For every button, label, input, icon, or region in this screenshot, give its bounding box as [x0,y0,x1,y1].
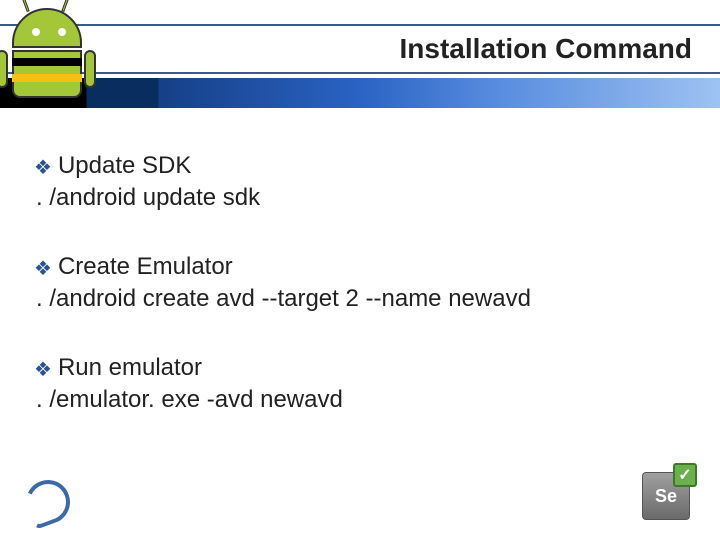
command-text: . /android create avd --target 2 --name … [34,283,686,315]
heading-text: Run emulator [58,352,202,384]
selenium-badge-text: Se [655,486,677,507]
bullet-heading: ❖ Run emulator [34,352,686,384]
android-robot-icon [0,0,104,106]
bullet-diamond-icon: ❖ [34,360,52,380]
section-update-sdk: ❖ Update SDK . /android update sdk [34,150,686,215]
bullet-heading: ❖ Update SDK [34,150,686,182]
slide-content: ❖ Update SDK . /android update sdk ❖ Cre… [0,108,720,416]
title-bar: Installation Command [0,24,720,74]
command-text: . /android update sdk [34,182,686,214]
bullet-diamond-icon: ❖ [34,259,52,279]
bullet-diamond-icon: ❖ [34,158,52,178]
section-run-emulator: ❖ Run emulator . /emulator. exe -avd new… [34,352,686,417]
header-stripe [0,78,720,108]
heading-text: Create Emulator [58,251,233,283]
bullet-heading: ❖ Create Emulator [34,251,686,283]
swirl-logo-icon [26,480,70,524]
checkmark-icon: ✓ [673,463,697,487]
selenium-badge: Se ✓ [642,472,696,526]
slide-title: Installation Command [400,33,692,65]
heading-text: Update SDK [58,150,191,182]
command-text: . /emulator. exe -avd newavd [34,384,686,416]
section-create-emulator: ❖ Create Emulator . /android create avd … [34,251,686,316]
slide-header: Installation Command [0,0,720,108]
